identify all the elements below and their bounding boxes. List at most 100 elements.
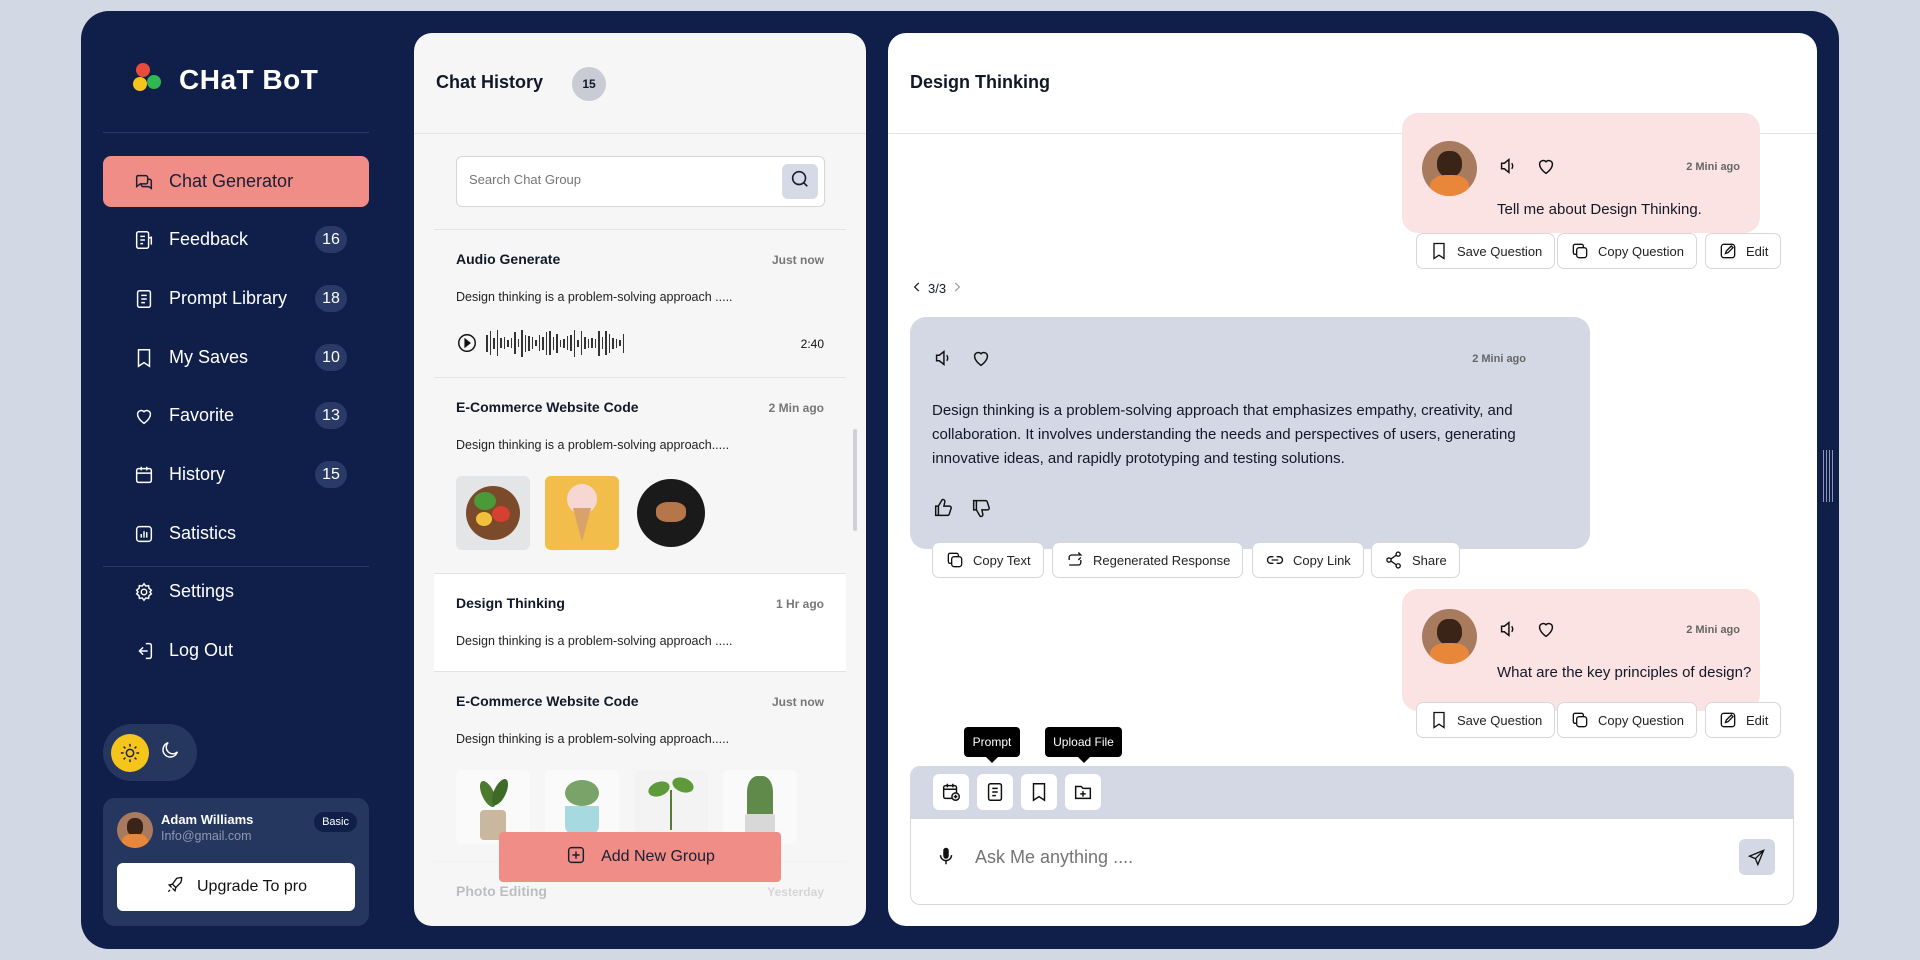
sidebar-item-feedback[interactable]: Feedback 16 [103, 214, 369, 265]
sidebar-badge: 10 [315, 344, 347, 371]
answer-text: Design thinking is a problem-solving app… [932, 402, 1516, 467]
copy-text-button[interactable]: Copy Text [932, 542, 1044, 578]
calendar-icon [133, 464, 155, 486]
bookmark-button[interactable] [1021, 774, 1057, 810]
sun-icon[interactable] [111, 733, 149, 772]
history-item-time: 2 Min ago [768, 401, 824, 415]
chevron-left-icon[interactable] [910, 280, 924, 297]
sidebar-item-label: Chat Generator [169, 171, 294, 191]
waveform-bar [622, 333, 624, 353]
upgrade-button[interactable]: Upgrade To pro [117, 863, 355, 911]
waveform-bar [584, 337, 586, 349]
sidebar-item-label: My Saves [169, 347, 249, 367]
history-item-desc: Design thinking is a problem-solving app… [456, 290, 733, 304]
waveform-bar [615, 338, 617, 348]
history-scrollbar[interactable] [853, 429, 857, 531]
save-question-button[interactable]: Save Question [1416, 702, 1556, 738]
copy-question-button[interactable]: Copy Question [1557, 702, 1697, 738]
thumbnail-dish[interactable] [634, 476, 708, 550]
microphone-icon[interactable] [935, 845, 957, 872]
plan-badge: Basic [314, 812, 357, 832]
question-text: Tell me about Design Thinking. [1497, 201, 1702, 218]
copy-question-button[interactable]: Copy Question [1557, 233, 1697, 269]
link-icon [1266, 556, 1284, 564]
audio-waveform[interactable] [486, 328, 636, 358]
sidebar-item-label: Log Out [169, 640, 234, 660]
heart-icon[interactable] [1535, 155, 1557, 182]
sidebar-badge: 15 [315, 461, 347, 488]
thumbs-down-icon[interactable] [970, 497, 992, 524]
chat-panel: Design Thinking 2 Mini ago Tell me about… [888, 33, 1817, 926]
resize-handle[interactable] [1823, 450, 1833, 502]
speaker-icon[interactable] [932, 347, 954, 374]
send-button[interactable] [1739, 839, 1775, 875]
add-new-group-button[interactable]: Add New Group [499, 832, 781, 882]
thumbs-up-icon[interactable] [932, 497, 954, 524]
copy-icon [1572, 712, 1588, 728]
plus-square-icon [565, 844, 587, 871]
waveform-bar [601, 337, 603, 349]
heart-icon[interactable] [970, 347, 992, 374]
save-question-button[interactable]: Save Question [1416, 233, 1556, 269]
thumbnail-icecream[interactable] [545, 476, 619, 550]
answer-bubble: 2 Mini ago Design thinking is a problem-… [910, 317, 1590, 549]
document-icon [133, 288, 155, 310]
sidebar-item-favorite[interactable]: Favorite 13 [103, 390, 369, 441]
play-icon[interactable] [456, 332, 478, 359]
bookmark-icon [133, 347, 155, 369]
theme-toggle[interactable] [103, 724, 197, 781]
user-email: Info@gmail.com [161, 829, 252, 843]
history-item-time: Yesterday [767, 885, 824, 899]
sidebar-item-label: Feedback [169, 229, 249, 249]
sidebar-item-settings[interactable]: Settings [103, 566, 369, 617]
sidebar-item-my-saves[interactable]: My Saves 10 [103, 332, 369, 383]
copy-link-button[interactable]: Copy Link [1252, 542, 1364, 578]
message-input[interactable] [975, 843, 1715, 871]
search-button[interactable] [782, 164, 818, 199]
upload-file-button[interactable] [1065, 774, 1101, 810]
waveform-bar [486, 334, 488, 352]
waveform-bar [556, 333, 558, 353]
sidebar-item-statistics[interactable]: Satistics [103, 508, 369, 559]
search-input[interactable] [469, 172, 759, 187]
sidebar-item-logout[interactable]: Log Out [103, 625, 369, 676]
sidebar-item-history[interactable]: History 15 [103, 449, 369, 500]
moon-icon[interactable] [159, 739, 181, 766]
waveform-bar [587, 338, 589, 348]
heart-icon[interactable] [1535, 618, 1557, 645]
sidebar-item-chat-generator[interactable]: Chat Generator [103, 156, 369, 207]
pager-text: 3/3 [928, 281, 947, 296]
avatar [1422, 609, 1477, 664]
button-label: Edit [1746, 243, 1769, 259]
history-item-title: E-Commerce Website Code [456, 693, 639, 709]
share-button[interactable]: Share [1371, 542, 1460, 578]
waveform-bar [517, 339, 519, 347]
history-item-desc: Design thinking is a problem-solving app… [456, 438, 730, 452]
calendar-add-icon [942, 783, 960, 801]
sidebar-item-label: Prompt Library [169, 288, 288, 308]
speaker-icon[interactable] [1497, 155, 1519, 182]
history-item-design-thinking[interactable]: Design Thinking 1 Hr ago Design thinking… [434, 573, 846, 671]
question-bubble: 2 Mini ago What are the key principles o… [1402, 589, 1760, 711]
edit-button[interactable]: Edit [1705, 233, 1782, 269]
prompt-button[interactable] [977, 774, 1013, 810]
regenerate-response-button[interactable]: Regenerated Response [1052, 542, 1244, 578]
logo-text: CHaT BoT [179, 64, 319, 95]
history-item-desc: Design thinking is a problem-solving app… [456, 732, 730, 746]
calendar-add-button[interactable] [933, 774, 969, 810]
sidebar-item-prompt-library[interactable]: Prompt Library 18 [103, 273, 369, 324]
edit-button[interactable]: Edit [1705, 702, 1782, 738]
chevron-right-icon[interactable] [950, 280, 964, 297]
waveform-bar [580, 331, 582, 355]
speaker-icon[interactable] [1497, 618, 1519, 645]
search-icon [789, 168, 811, 195]
history-count-badge: 15 [572, 67, 606, 101]
history-item-audio[interactable]: Audio Generate Just now Design thinking … [434, 229, 846, 377]
history-item-ecommerce[interactable]: E-Commerce Website Code 2 Min ago Design… [434, 377, 846, 573]
history-item-title: Photo Editing [456, 883, 547, 899]
button-label: Copy Link [1293, 552, 1351, 568]
history-item-time: 1 Hr ago [775, 597, 824, 611]
waveform-bar [577, 339, 579, 347]
waveform-bar [545, 331, 547, 355]
thumbnail-salad[interactable] [456, 476, 530, 550]
